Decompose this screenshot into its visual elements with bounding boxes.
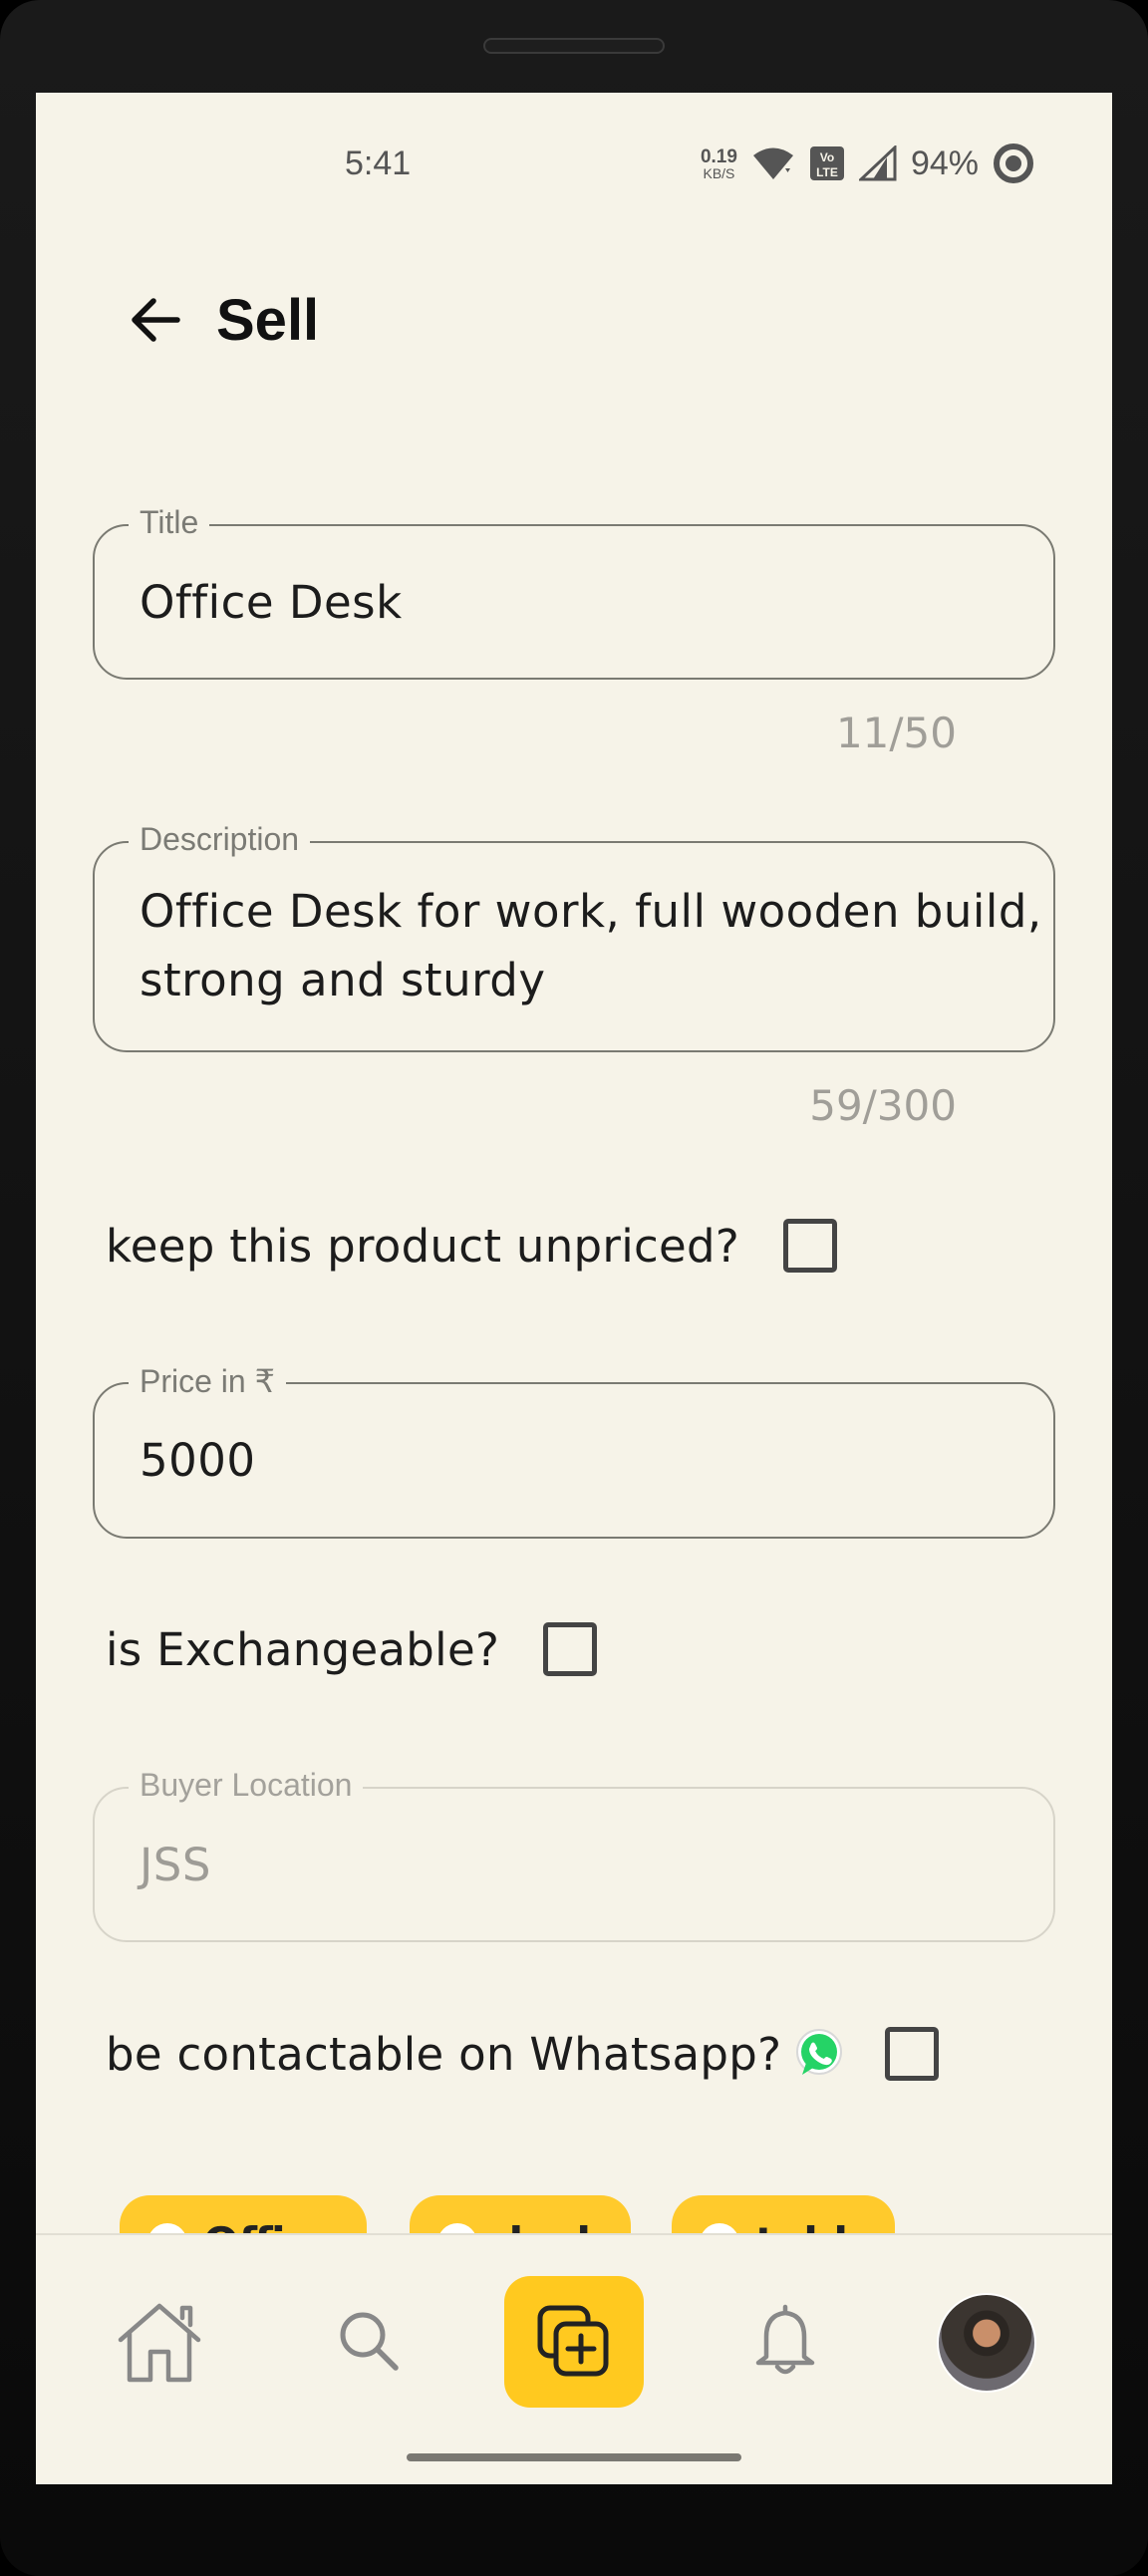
unpriced-row: keep this product unpriced? (106, 1217, 838, 1275)
buyer-location-label: Buyer Location (129, 1767, 364, 1804)
app-screen: 5:41 0.19 KB/S Vo LTE 94% Sell Title Off… (36, 93, 1112, 2484)
whatsapp-checkbox[interactable] (885, 2027, 940, 2081)
phone-frame: 5:41 0.19 KB/S Vo LTE 94% Sell Title Off… (0, 0, 1148, 2576)
description-field-label: Description (129, 821, 311, 858)
whatsapp-label: be contactable on Whatsapp? (106, 2027, 782, 2081)
bell-icon (755, 2304, 815, 2375)
signal-icon (858, 145, 897, 181)
title-field[interactable]: Title Office Desk (93, 504, 1055, 680)
exchangeable-label: is Exchangeable? (106, 1622, 500, 1676)
back-button[interactable] (124, 288, 187, 352)
title-field-label: Title (129, 504, 210, 541)
whatsapp-icon (796, 2029, 843, 2075)
search-icon (340, 2312, 399, 2371)
status-icons: 0.19 KB/S Vo LTE 94% (701, 141, 1034, 186)
buyer-location-field: Buyer Location JSS (93, 1767, 1055, 1942)
network-speed-unit: KB/S (703, 164, 735, 181)
network-speed: 0.19 KB/S (701, 147, 737, 180)
earpiece-speaker (483, 38, 665, 54)
svg-text:Vo: Vo (820, 150, 834, 164)
price-field-value: 5000 (140, 1434, 256, 1487)
nav-notifications[interactable] (745, 2295, 825, 2385)
wifi-icon (752, 147, 793, 179)
nav-add-post[interactable] (504, 2276, 644, 2408)
home-icon (118, 2303, 201, 2383)
battery-ring-icon (994, 143, 1033, 183)
unpriced-label: keep this product unpriced? (106, 1219, 740, 1273)
price-field-label: Price in ₹ (129, 1362, 286, 1400)
title-field-value: Office Desk (140, 576, 403, 629)
description-value-line-1: Office Desk for work, full wooden build, (140, 885, 1042, 938)
svg-text:LTE: LTE (816, 165, 838, 179)
page-title: Sell (216, 288, 320, 353)
description-char-counter: 59/300 (809, 1081, 957, 1130)
unpriced-checkbox[interactable] (783, 1219, 838, 1273)
whatsapp-row: be contactable on Whatsapp? (106, 2023, 940, 2085)
network-speed-value: 0.19 (700, 145, 737, 167)
battery-percent: 94% (910, 143, 979, 182)
arrow-left-icon (132, 298, 180, 342)
home-indicator (407, 2453, 741, 2461)
description-value-line-2: strong and sturdy (140, 954, 546, 1006)
exchangeable-row: is Exchangeable? (106, 1620, 598, 1678)
title-char-counter: 11/50 (835, 709, 957, 757)
status-time: 5:41 (345, 144, 412, 182)
profile-avatar[interactable] (937, 2293, 1036, 2393)
buyer-location-value: JSS (140, 1839, 211, 1891)
add-post-icon (537, 2305, 609, 2377)
bottom-navigation (36, 2233, 1112, 2484)
price-field[interactable]: Price in ₹ 5000 (93, 1362, 1055, 1539)
nav-search[interactable] (329, 2301, 409, 2381)
volte-icon: Vo LTE (809, 146, 844, 180)
nav-home[interactable] (114, 2297, 205, 2389)
exchangeable-checkbox[interactable] (543, 1622, 598, 1676)
description-field[interactable]: Description Office Desk for work, full w… (93, 821, 1055, 1052)
